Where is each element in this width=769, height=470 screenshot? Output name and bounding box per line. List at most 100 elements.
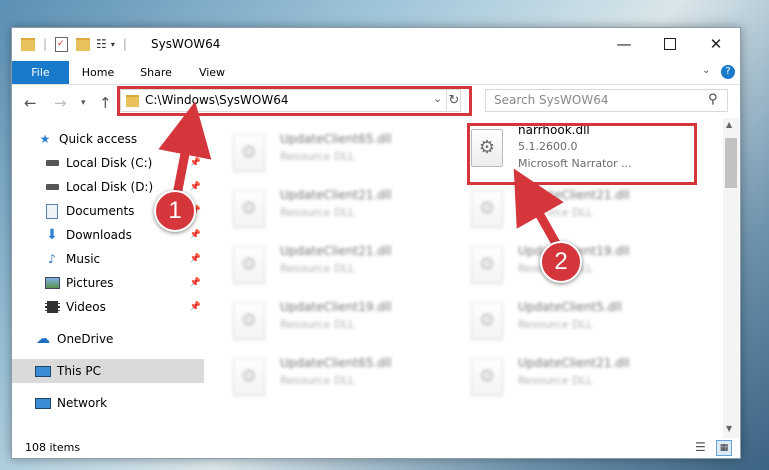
file-name: UpdateClient5.dll [518,300,622,314]
scrollbar-thumb[interactable] [725,138,737,188]
file-description: Resource DLL [518,318,593,331]
pictures-icon [44,275,60,291]
file-name: UpdateClient21.dll [280,244,392,258]
sidebar-item-local-disk-c[interactable]: Local Disk (C:) 📌 [12,151,204,175]
file-description: Resource DLL [280,206,355,219]
file-name: UpdateClient19.dll [280,300,392,314]
sidebar-item-label: Downloads [66,228,132,242]
pin-icon[interactable]: 📌 [190,230,201,240]
list-item[interactable]: ⚙ UpdateClient21.dll Resource DLL [450,182,680,238]
file-name: UpdateClient21.dll [518,188,630,202]
vertical-scrollbar[interactable]: ▲ ▼ [723,118,739,438]
quick-access-toolbar: | ✓ ☷ ▾ | [21,36,127,52]
sidebar-item-label: Videos [66,300,106,314]
folder-icon[interactable] [21,37,35,51]
back-arrow-icon[interactable]: ← [24,94,37,112]
sidebar-item-label: Quick access [59,132,138,146]
new-folder-icon[interactable] [76,37,91,51]
pin-icon[interactable]: 📌 [190,254,201,264]
sidebar-item-label: Local Disk (C:) [66,156,153,170]
tab-file[interactable]: File [12,61,69,84]
recent-locations-icon[interactable]: ▾ [81,98,86,108]
item-count: 108 items [25,441,81,454]
minimize-button[interactable]: — [601,28,647,59]
sidebar-item-onedrive[interactable]: ☁ OneDrive [12,327,204,351]
music-icon: ♪ [48,252,56,266]
computer-icon [35,363,51,379]
list-item[interactable]: ⚙ UpdateClient21.dll Resource DLL [450,350,680,406]
maximize-icon [664,37,676,50]
view-options-icon[interactable]: ☷ [96,37,107,51]
star-icon: ★ [39,132,51,146]
file-highlight [467,123,697,185]
dll-file-icon: ⚙ [233,358,265,396]
list-item[interactable]: ⚙ UpdateClient21.dll Resource DLL [212,238,442,294]
file-description: Resource DLL [280,374,355,387]
tab-view[interactable]: View [190,61,234,84]
search-icon: ⚲ [708,92,718,107]
file-name: UpdateClient21.dll [280,188,392,202]
close-icon: ✕ [709,34,723,53]
downloads-icon: ⬇ [46,227,58,243]
drive-icon [44,179,60,195]
scroll-up-icon[interactable]: ▲ [726,120,732,129]
maximize-button[interactable] [647,28,693,59]
videos-icon [44,299,60,315]
sidebar-item-label: Pictures [66,276,114,290]
forward-arrow-icon[interactable]: → [54,94,67,112]
tab-share[interactable]: Share [134,61,178,84]
search-box[interactable]: Search SysWOW64 ⚲ [485,89,728,112]
tab-home[interactable]: Home [76,61,120,84]
list-item[interactable]: ⚙ UpdateClient21.dll Resource DLL [212,182,442,238]
dll-file-icon: ⚙ [471,358,503,396]
close-button[interactable]: ✕ [693,28,739,59]
sidebar-item-label: Music [66,252,101,266]
sidebar-item-network[interactable]: Network [12,391,204,415]
dll-file-icon: ⚙ [233,134,265,172]
dll-file-icon: ⚙ [471,190,503,228]
dll-file-icon: ⚙ [233,190,265,228]
title-bar: | ✓ ☷ ▾ | SysWOW64 — ✕ [12,28,740,61]
pin-icon[interactable]: 📌 [190,278,201,288]
sidebar-item-videos[interactable]: Videos 📌 [12,295,204,319]
large-icons-view-icon[interactable]: ▦ [716,440,732,456]
chevron-down-icon[interactable]: ▾ [111,40,115,49]
search-input[interactable]: Search SysWOW64 [494,93,608,107]
file-description: Resource DLL [280,318,355,331]
network-icon [35,395,51,411]
dll-file-icon: ⚙ [233,246,265,284]
address-bar-highlight [117,86,472,116]
ribbon-tabs: File Home Share View ⌄ ? [12,61,740,85]
separator-icon: | [122,37,127,51]
list-item[interactable]: ⚙ UpdateClient65.dll Resource DLL [212,350,442,406]
sidebar-item-label: Local Disk (D:) [66,180,154,194]
expand-ribbon-icon[interactable]: ⌄ [702,65,710,76]
file-description: Resource DLL [518,374,593,387]
properties-icon[interactable]: ✓ [55,36,69,52]
drive-icon [44,155,60,171]
sidebar-item-quick-access[interactable]: ★ Quick access [12,127,204,151]
up-arrow-icon[interactable]: ↑ [99,94,112,112]
file-description: Resource DLL [518,206,593,219]
list-item[interactable]: ⚙ UpdateClient5.dll Resource DLL [450,294,680,350]
details-view-icon[interactable]: ☰ [695,440,706,454]
scroll-down-icon[interactable]: ▼ [726,424,732,433]
sidebar-item-music[interactable]: ♪ Music 📌 [12,247,204,271]
sidebar-item-pictures[interactable]: Pictures 📌 [12,271,204,295]
pin-icon[interactable]: 📌 [190,158,201,168]
dll-file-icon: ⚙ [233,302,265,340]
sidebar-item-this-pc[interactable]: This PC [12,359,204,383]
navigation-pane: ★ Quick access Local Disk (C:) 📌 Local D… [12,118,204,438]
dll-file-icon: ⚙ [471,246,503,284]
help-icon[interactable]: ? [721,65,735,79]
list-item[interactable]: ⚙ UpdateClient65.dll Resource DLL [212,126,442,182]
pin-icon[interactable]: 📌 [190,302,201,312]
sidebar-item-label: Network [57,396,108,410]
sidebar-item-label: OneDrive [57,332,114,346]
file-name: UpdateClient65.dll [280,132,392,146]
pin-icon[interactable]: 📌 [190,182,201,192]
file-description: Resource DLL [280,262,355,275]
documents-icon [44,203,60,219]
file-name: UpdateClient21.dll [518,356,630,370]
list-item[interactable]: ⚙ UpdateClient19.dll Resource DLL [212,294,442,350]
